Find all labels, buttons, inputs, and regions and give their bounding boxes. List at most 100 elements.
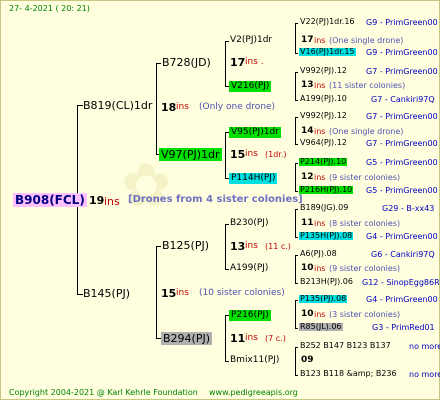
connector: [156, 246, 161, 247]
l4-queen[interactable]: V992(PJ).12: [300, 67, 347, 75]
l4-queen[interactable]: B189(JG).09: [300, 204, 348, 212]
l3-b1-ins-label: ins: [314, 127, 326, 136]
l3-b1-note: (One single drone): [329, 127, 404, 136]
l3-d1-ins-label: ins: [314, 310, 326, 319]
l3-c1-note: (8 sister colonies): [329, 219, 401, 228]
l3-b1-queen[interactable]: V95(PJ)1dr: [229, 127, 281, 138]
sire-ins-count: 18: [161, 101, 177, 114]
sire-note: (Only one drone): [199, 102, 276, 112]
sire-ins-label: ins: [176, 102, 189, 112]
l3-d1-queen[interactable]: P216(PJ): [229, 310, 271, 321]
l4-ref: G6 - Cankiri97Q: [371, 250, 435, 259]
dam-ins-label: ins: [176, 288, 189, 298]
connector: [295, 117, 296, 145]
l3-b1-ins-count: 14: [301, 126, 314, 136]
pedigree-chart: ✿ 27- 4-2021 ( 20: 21) Copyright 2004-20…: [0, 0, 440, 400]
timestamp: 27- 4-2021 ( 20: 21): [9, 4, 90, 13]
l3-b2-note: (9 sister colonies): [329, 173, 401, 182]
l4-ref: G3 - PrimRed01: [372, 323, 435, 332]
l3-c1-queen[interactable]: B230(PJ): [230, 219, 268, 228]
l3-a2-queen[interactable]: V216(PJ): [229, 81, 272, 92]
l4-ref: no more: [409, 370, 440, 379]
l3-c1-ins-count: 11: [301, 218, 314, 228]
l4-ref: G7 - PrimGreen00: [366, 67, 438, 76]
root-ins-count: 19: [89, 194, 105, 207]
dam-queen[interactable]: B145(PJ): [83, 288, 130, 299]
l3-a1-note: (One single drone): [329, 36, 404, 45]
connector: [295, 237, 298, 238]
l2-c-ins-label: ins: [245, 241, 258, 251]
l4-queen[interactable]: P216H(PJ).10: [299, 186, 354, 194]
l2-d-note: (7 c.): [265, 334, 286, 343]
connector: [225, 224, 229, 225]
l4-queen[interactable]: V964(PJ).12: [300, 139, 347, 147]
l4-ref: G7 - PrimGreen00: [366, 139, 438, 148]
l3-b2-queen[interactable]: P114H(PJ): [229, 173, 278, 184]
l3-c2-ins-label: ins: [314, 264, 326, 273]
connector: [295, 23, 298, 24]
l3-a2-ins-count: 13: [301, 80, 314, 90]
root-drone-note: [Drones from 4 sister colonies]: [128, 194, 303, 205]
l4-ref: G9 - PrimGreen00: [366, 48, 438, 57]
connector: [295, 209, 298, 210]
copyright: Copyright 2004-2021 @ Karl Kehrle Founda…: [9, 388, 198, 397]
connector: [225, 315, 226, 362]
l3-a1-queen[interactable]: V2(PJ)1dr: [230, 36, 272, 45]
connector: [295, 255, 296, 284]
connector: [225, 269, 229, 270]
connector: [225, 224, 226, 270]
l4-queen[interactable]: R85(JL).06: [299, 323, 343, 331]
l2-b-queen[interactable]: V97(PJ)1dr: [159, 148, 222, 161]
l4-queen[interactable]: B213H(PJ).06: [300, 278, 353, 286]
l3-c2-note: (9 sister colonies): [329, 264, 401, 273]
l4-queen[interactable]: B123 B118 &amp; B236: [300, 370, 397, 378]
l2-c-ins-count: 13: [230, 240, 246, 253]
l4-queen[interactable]: A6(PJ).08: [300, 250, 337, 258]
l2-c-note: (11 c.): [265, 242, 291, 251]
l4-ref: G4 - PrimGreen00: [366, 295, 438, 304]
l4-queen[interactable]: P135H(PJ).08: [299, 232, 354, 240]
l2-d-queen[interactable]: B294(PJ): [161, 332, 213, 345]
l3-a1-ins-label: ins: [314, 36, 326, 45]
l4-ref: G7 - PrimGreen00: [366, 112, 438, 121]
l4-queen[interactable]: A199(PJ).10: [300, 95, 347, 103]
l4-ref: no more: [409, 342, 440, 351]
connector: [156, 246, 157, 339]
l4-ref: G5 - PrimGreen00: [366, 186, 438, 195]
l4-queen[interactable]: P214(PJ).10: [299, 158, 348, 166]
l4-ref: G7 - Cankiri97Q: [371, 95, 435, 104]
connector: [295, 117, 298, 118]
l2-a-ins-label: ins .: [245, 57, 264, 67]
root-queen[interactable]: B908(FCL): [13, 193, 87, 207]
l2-a-queen[interactable]: B728(JD): [162, 57, 211, 68]
connector: [295, 100, 298, 101]
l3-d1-note: (3 sister colonies): [329, 310, 401, 319]
l3-c2-queen[interactable]: A199(PJ): [230, 264, 268, 273]
l4-queen[interactable]: B252 B147 B123 B137: [300, 342, 391, 350]
site-link[interactable]: www.pedigreeapis.org: [209, 389, 298, 397]
l3-d2-ins-count: 09: [301, 355, 314, 365]
l4-queen[interactable]: V16(PJ)1dr.15: [299, 48, 356, 56]
connector: [295, 300, 298, 301]
l4-queen[interactable]: V992(PJ).12: [300, 112, 347, 120]
l2-a-ins-count: 17: [230, 56, 246, 69]
dam-note: (10 sister colonies): [199, 288, 285, 298]
sire-queen[interactable]: B819(CL)1dr: [83, 100, 152, 111]
l4-ref: G4 - PrimGreen00: [366, 232, 438, 241]
l4-queen[interactable]: P135(PJ).08: [299, 295, 348, 303]
connector: [295, 144, 298, 145]
connector: [295, 255, 298, 256]
l4-ref: G12 - SinopEgg86R: [362, 278, 440, 287]
l4-ref: G9 - PrimGreen00: [366, 18, 438, 27]
l2-b-ins-label: ins: [245, 149, 258, 159]
l4-ref: G5 - PrimGreen00: [366, 158, 438, 167]
connector: [225, 361, 229, 362]
connector: [295, 191, 298, 192]
l3-a2-note: (11 sister colonies): [329, 81, 406, 90]
root-ins-label: ins: [104, 195, 120, 208]
l4-queen[interactable]: V22(PJ)1dr.16: [300, 18, 355, 26]
l2-c-queen[interactable]: B125(PJ): [162, 240, 209, 251]
l3-b2-ins-count: 12: [301, 172, 314, 182]
l3-d2-queen[interactable]: Bmix11(PJ): [230, 356, 279, 365]
l2-b-ins-count: 15: [230, 148, 246, 161]
